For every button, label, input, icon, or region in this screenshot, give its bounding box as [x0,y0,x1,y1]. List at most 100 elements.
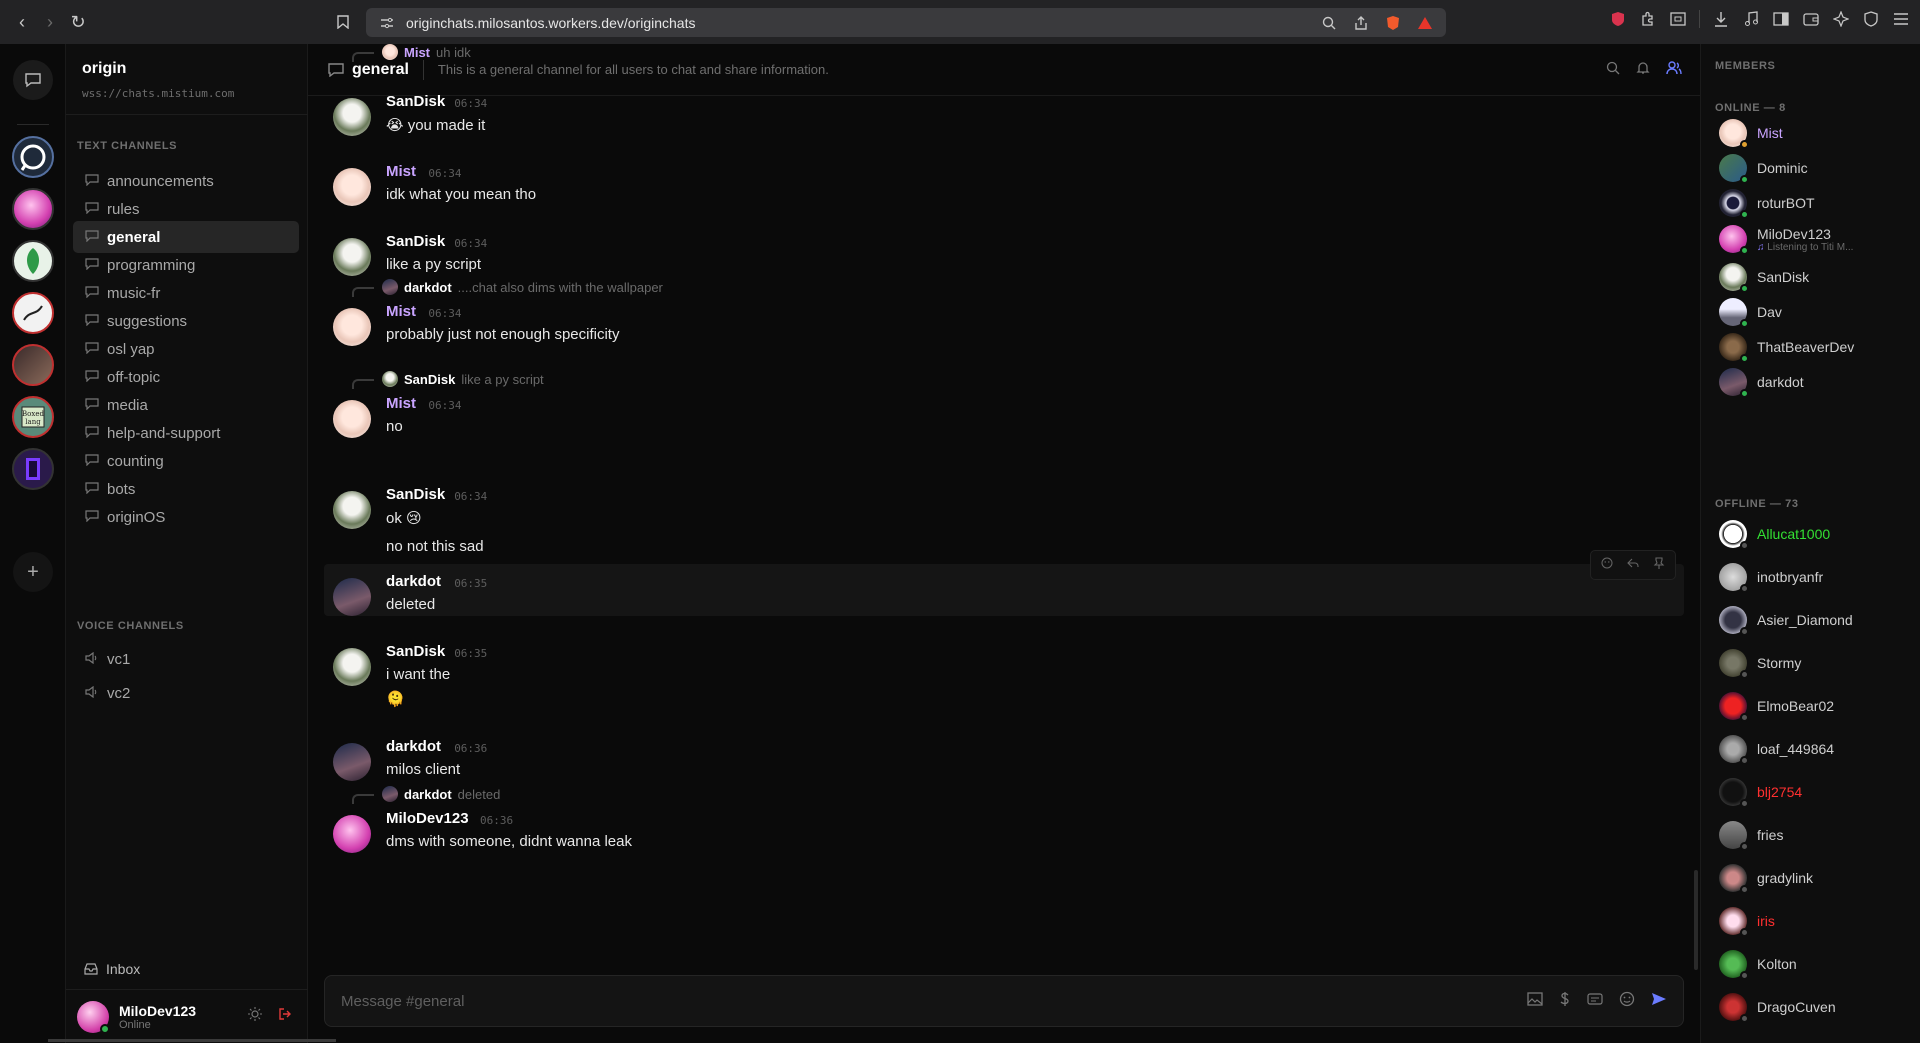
message[interactable]: SanDisk 06:34 like a py script [324,224,1684,276]
author-avatar[interactable] [333,308,371,346]
emoji-icon[interactable] [1619,991,1635,1012]
image-upload-icon[interactable] [1527,991,1543,1011]
direct-messages-button[interactable] [13,60,53,100]
dollar-icon[interactable] [1559,991,1571,1012]
message[interactable]: darkdot 06:35 deleted [324,550,1684,616]
forward-icon[interactable]: › [36,8,64,36]
author-avatar[interactable] [333,168,371,206]
reply-preview[interactable]: SanDisk like a py script [382,371,544,387]
member-roturbot[interactable]: roturBOT [1719,185,1919,221]
add-reaction-icon[interactable] [1601,556,1613,574]
member-loaf_449864[interactable]: loaf_449864 [1719,731,1919,767]
message[interactable]: SanDisk like a py script Mist 06:34 no [324,371,1684,438]
member-thatbeaverdev[interactable]: ThatBeaverDev [1719,329,1919,365]
gif-icon[interactable] [1587,992,1603,1010]
message[interactable]: darkdot deleted MiloDev123 06:36 dms with so… [324,786,1684,853]
member-elmobear02[interactable]: ElmoBear02 [1719,688,1919,724]
chat-scrollbar[interactable] [1694,870,1698,970]
member-stormy[interactable]: Stormy [1719,645,1919,681]
reply-icon[interactable] [1627,556,1639,574]
search-icon[interactable] [1606,61,1620,80]
server-photo[interactable] [12,344,54,386]
member-blj2754[interactable]: blj2754 [1719,774,1919,810]
back-icon[interactable]: ‹ [8,8,36,36]
message[interactable]: darkdot 06:36 milos client [324,729,1684,781]
user-avatar[interactable] [77,1000,110,1034]
screenshot-icon[interactable] [1669,10,1687,28]
inbox-button[interactable]: Inbox [84,961,140,977]
member-dav[interactable]: Dav [1719,294,1919,330]
message-author[interactable]: darkdot [386,738,441,755]
reply-preview[interactable]: darkdot ....chat also dims with the wallp… [382,279,663,295]
message-author[interactable]: SanDisk [386,233,445,250]
server-boxed-lang[interactable]: Boxed lang [12,396,54,438]
server-origin[interactable] [12,136,54,178]
author-avatar[interactable] [333,578,371,616]
extensions-icon[interactable] [1639,10,1657,28]
member-darkdot[interactable]: darkdot [1719,364,1919,400]
message-author[interactable]: SanDisk [386,93,445,110]
brave-rewards-icon[interactable] [1416,14,1434,32]
ublock-icon[interactable] [1609,10,1627,28]
author-avatar[interactable] [333,400,371,438]
leo-ai-icon[interactable] [1832,10,1850,28]
author-avatar[interactable] [333,815,371,853]
message[interactable]: darkdot ....chat also dims with the wallp… [324,279,1684,346]
member-gradylink[interactable]: gradylink [1719,860,1919,896]
message-author[interactable]: SanDisk [386,643,445,660]
message-author[interactable]: Mist [386,303,416,320]
message[interactable]: Mist 06:34 idk what you mean tho [324,154,1684,206]
voice-channel-vc2[interactable]: vc2 [73,677,299,709]
message-author[interactable]: MiloDev123 [386,810,469,827]
bookmark-icon[interactable] [334,13,352,31]
send-icon[interactable] [1651,992,1667,1011]
reload-icon[interactable]: ↻ [64,8,92,36]
brave-shields-icon[interactable] [1384,14,1402,32]
message-author[interactable]: darkdot [386,573,441,590]
logout-icon[interactable] [278,1007,292,1026]
author-avatar[interactable] [333,491,371,529]
member-iris[interactable]: iris [1719,903,1919,939]
member-inotbryanfr[interactable]: inotbryanfr [1719,559,1919,595]
theme-toggle-icon[interactable] [248,1007,262,1026]
author-avatar[interactable] [333,98,371,136]
message-author[interactable]: SanDisk [386,486,445,503]
address-bar[interactable]: originchats.milosantos.workers.dev/origi… [366,8,1446,37]
message-author[interactable]: Mist [386,395,416,412]
message-input[interactable] [341,992,1527,1010]
add-server-button[interactable]: + [13,552,53,592]
member-dragocuven[interactable]: DragoCuven [1719,989,1919,1025]
channel-originos[interactable]: originOS [73,501,299,533]
site-settings-icon[interactable] [378,14,396,32]
member-allucat1000[interactable]: Allucat1000 [1719,516,1919,552]
server-avatar-pink[interactable] [12,188,54,230]
pin-icon[interactable] [1653,556,1665,574]
share-icon[interactable] [1352,14,1370,32]
member-fries[interactable]: fries [1719,817,1919,853]
member-mist[interactable]: Mist [1719,115,1919,151]
server-sketch[interactable] [12,292,54,334]
reply-preview[interactable]: Mist uh idk [382,44,471,60]
author-avatar[interactable] [333,238,371,276]
member-milodev123[interactable]: MiloDev123 ♫ Listening to Titi M... [1719,221,1919,257]
vpn-icon[interactable] [1862,10,1880,28]
reply-preview[interactable]: darkdot deleted [382,786,500,802]
author-avatar[interactable] [333,743,371,781]
sidebar-toggle-icon[interactable] [1772,10,1790,28]
voice-channel-vc1[interactable]: vc1 [73,643,299,675]
member-kolton[interactable]: Kolton [1719,946,1919,982]
message[interactable]: SanDisk 06:35 i want the 🫠 [324,634,1684,710]
media-icon[interactable] [1742,10,1760,28]
member-sandisk[interactable]: SanDisk [1719,259,1919,295]
menu-icon[interactable] [1892,10,1910,28]
server-leaf[interactable] [12,240,54,282]
bell-icon[interactable] [1636,61,1650,80]
server-purple[interactable] [12,448,54,490]
zoom-icon[interactable] [1320,14,1338,32]
horizontal-scrollbar[interactable] [48,1039,336,1042]
message[interactable]: Mist uh idk SanDisk 06:34 😭 you made it [324,44,1684,136]
wallet-icon[interactable] [1802,10,1820,28]
members-icon[interactable] [1666,61,1682,80]
member-dominic[interactable]: Dominic [1719,150,1919,186]
downloads-icon[interactable] [1712,10,1730,28]
